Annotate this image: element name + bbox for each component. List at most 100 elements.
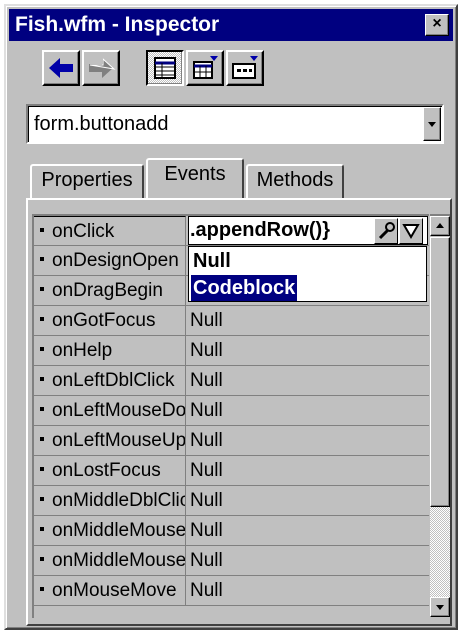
event-name-cell: onLeftDblClick — [34, 366, 186, 395]
chevron-up-icon — [436, 223, 444, 228]
event-name: onHelp — [52, 340, 113, 361]
event-value[interactable]: Null — [187, 516, 429, 545]
event-name-cell: onLeftMouseUp — [34, 426, 186, 455]
dropdown-option-null[interactable]: Null — [191, 248, 233, 274]
bullet-icon — [40, 436, 44, 441]
event-name-cell: onClick — [34, 216, 186, 245]
event-row[interactable]: onLostFocus Null — [34, 456, 429, 486]
inspector-window: Fish.wfm - Inspector × form.buttonadd Pr… — [4, 4, 458, 630]
event-name-cell: onDesignOpen — [34, 246, 186, 275]
bullet-icon — [40, 316, 44, 321]
event-row[interactable]: onHelp Null — [34, 336, 429, 366]
outline-view-button[interactable] — [226, 50, 264, 86]
event-name-cell: onMiddleMouseDown — [34, 516, 186, 545]
tab-events-label: Events — [164, 163, 226, 185]
close-icon: × — [432, 15, 442, 32]
event-name: onDragBegin — [52, 280, 163, 301]
chevron-down-icon — [428, 122, 436, 127]
left-arrow-icon — [49, 58, 73, 78]
chevron-down-icon — [402, 224, 420, 239]
tab-events[interactable]: Events — [146, 158, 244, 198]
chevron-down-icon — [436, 605, 444, 610]
event-name-cell: onHelp — [34, 336, 186, 365]
event-row[interactable]: onLeftMouseUp Null — [34, 426, 429, 456]
vertical-scrollbar[interactable] — [430, 214, 450, 618]
bullet-icon — [40, 556, 44, 561]
tab-properties[interactable]: Properties — [30, 164, 144, 198]
object-selector-value: form.buttonadd — [34, 113, 169, 135]
event-row[interactable]: onMiddleMouseUp Null — [34, 546, 429, 576]
wrench-icon — [378, 222, 395, 240]
event-value-editor[interactable]: .appendRow()} — [188, 216, 428, 245]
value-dropdown-button[interactable] — [399, 218, 423, 244]
table-view-icon — [193, 56, 218, 79]
event-value[interactable]: Null — [187, 546, 429, 575]
event-row-onclick[interactable]: onClick .appendRow()} — [34, 216, 429, 246]
event-name-cell: onGotFocus — [34, 306, 186, 335]
event-name: onLostFocus — [52, 460, 161, 481]
code-editor-button[interactable] — [374, 218, 398, 244]
bullet-icon — [40, 376, 44, 381]
event-value-text[interactable]: .appendRow()} — [190, 219, 330, 241]
bullet-icon — [40, 346, 44, 351]
event-name: onMiddleMouseDown — [52, 520, 186, 541]
scroll-down-button[interactable] — [430, 597, 450, 617]
event-name-cell: onLostFocus — [34, 456, 186, 485]
event-row[interactable]: onMiddleDblClick Null — [34, 486, 429, 516]
event-name: onLeftDblClick — [52, 370, 175, 391]
event-name-cell: onDragBegin — [34, 276, 186, 305]
object-selector[interactable]: form.buttonadd — [26, 104, 444, 144]
list-view-icon — [154, 57, 176, 79]
event-value[interactable]: Null — [187, 456, 429, 485]
event-name: onLeftMouseUp — [52, 430, 186, 451]
event-name: onMiddleDblClick — [52, 490, 186, 511]
value-dropdown-list: Null Codeblock — [188, 246, 427, 302]
event-name-cell: onLeftMouseDown — [34, 396, 186, 425]
tab-properties-label: Properties — [41, 169, 133, 191]
event-row[interactable]: onMouseMove Null — [34, 576, 429, 606]
outline-view-icon — [232, 56, 258, 79]
event-name: onMiddleMouseUp — [52, 550, 186, 571]
bullet-icon — [40, 586, 44, 591]
event-value[interactable]: Null — [187, 426, 429, 455]
event-value[interactable]: Null — [187, 396, 429, 425]
object-selector-dropdown-button[interactable] — [423, 107, 441, 141]
bullet-icon — [40, 406, 44, 411]
bullet-icon — [40, 256, 44, 261]
scroll-up-button[interactable] — [430, 216, 450, 236]
event-name-cell: onMiddleMouseUp — [34, 546, 186, 575]
event-row[interactable]: onMiddleMouseDown Null — [34, 516, 429, 546]
categorized-view-button[interactable] — [146, 50, 184, 86]
bullet-icon — [40, 526, 44, 531]
event-name: onLeftMouseDown — [52, 400, 186, 421]
right-arrow-icon — [89, 57, 116, 78]
bullet-icon — [40, 466, 44, 471]
alphabetic-view-button[interactable] — [186, 50, 224, 86]
event-name: onGotFocus — [52, 310, 156, 331]
bullet-icon — [40, 227, 44, 232]
event-name: onMouseMove — [52, 580, 177, 601]
scroll-thumb[interactable] — [430, 237, 450, 507]
event-row[interactable]: onLeftDblClick Null — [34, 366, 429, 396]
event-name-cell: onMouseMove — [34, 576, 186, 605]
event-value[interactable]: Null — [187, 576, 429, 605]
close-button[interactable]: × — [425, 14, 449, 36]
event-name: onClick — [52, 221, 115, 242]
event-value[interactable]: Null — [187, 366, 429, 395]
event-name: onDesignOpen — [52, 250, 179, 271]
tab-methods-label: Methods — [256, 169, 334, 191]
forward-button[interactable] — [82, 50, 120, 86]
dropdown-option-codeblock[interactable]: Codeblock — [191, 275, 298, 301]
back-button[interactable] — [42, 50, 80, 86]
event-value[interactable]: Null — [187, 306, 429, 335]
title-bar[interactable]: Fish.wfm - Inspector × — [9, 9, 453, 41]
scroll-track[interactable] — [430, 507, 450, 597]
event-value[interactable]: Null — [187, 336, 429, 365]
bullet-icon — [40, 286, 44, 291]
tab-methods[interactable]: Methods — [246, 164, 344, 198]
event-row[interactable]: onLeftMouseDown Null — [34, 396, 429, 426]
window-title: Fish.wfm - Inspector — [15, 13, 220, 36]
bullet-icon — [40, 496, 44, 501]
event-row[interactable]: onGotFocus Null — [34, 306, 429, 336]
event-value[interactable]: Null — [187, 486, 429, 515]
